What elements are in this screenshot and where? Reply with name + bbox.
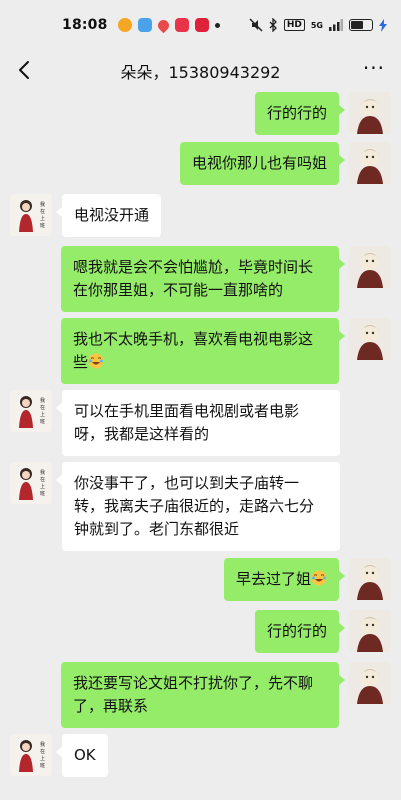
svg-text:上: 上 [40, 411, 45, 418]
svg-text:在: 在 [40, 208, 45, 215]
notification-icons [117, 17, 220, 33]
svg-text:班: 班 [40, 222, 45, 229]
message-bubble[interactable]: 行的行的 [254, 92, 346, 135]
my-avatar[interactable] [349, 610, 391, 652]
message-bubble[interactable]: 嗯我就是会不会怕尴尬，毕竟时间长在你那里姐，不可能一直那啥的 [61, 246, 345, 312]
charging-bolt-icon [379, 18, 387, 32]
svg-text:在: 在 [40, 404, 45, 411]
svg-text:我: 我 [40, 741, 45, 748]
svg-text:在: 在 [40, 476, 45, 483]
svg-text:班: 班 [40, 762, 45, 769]
message-text: 早去过了姐 [235, 570, 311, 588]
signal-label: 5G [310, 20, 323, 30]
chat-title: 朵朵，15380943292 [120, 63, 281, 82]
message-text: 我也不太晚手机，喜欢看电视电影这些 [73, 330, 314, 371]
bluetooth-icon [269, 18, 277, 32]
message-bubble[interactable]: 电视你那儿也有吗姐 [179, 142, 346, 185]
pinduoduo-icon [194, 18, 209, 32]
message-bubble[interactable]: 你没事干了，也可以到夫子庙转一转，我离夫子庙很近的，走路六七分钟就到了。老门东都… [56, 462, 340, 551]
my-avatar[interactable] [349, 662, 391, 704]
chat-header: 朵朵，15380943292 ··· [0, 50, 401, 90]
my-avatar[interactable] [349, 558, 391, 600]
more-notifications-dot-icon [214, 22, 220, 28]
svg-text:班: 班 [40, 490, 45, 497]
status-right: HD 5G [249, 18, 387, 32]
message-bubble[interactable]: OK [56, 734, 108, 777]
message-bubble[interactable]: 早去过了姐 [223, 558, 346, 601]
svg-text:上: 上 [40, 483, 45, 490]
svg-text:我: 我 [40, 469, 45, 476]
svg-text:班: 班 [40, 418, 45, 425]
signal-bars-icon [329, 19, 343, 31]
svg-text:上: 上 [40, 755, 45, 762]
shopping-app-icon [174, 18, 189, 32]
message-bubble[interactable]: 行的行的 [254, 610, 346, 653]
contact-avatar[interactable]: 我在上班 [10, 390, 52, 432]
my-avatar[interactable] [349, 92, 391, 134]
hd-badge: HD [283, 19, 305, 31]
message-bubble[interactable]: 电视没开通 [55, 194, 162, 237]
message-bubble[interactable]: 可以在手机里面看电视剧或者电影呀，我都是这样看的 [56, 390, 340, 456]
laugh-cry-emoji-icon [88, 353, 104, 369]
battery-icon [349, 19, 373, 31]
my-avatar[interactable] [349, 318, 391, 360]
status-bar: 18:08 HD 5G [0, 0, 401, 50]
status-time: 18:08 [62, 17, 108, 33]
cloud-app-icon [137, 18, 152, 32]
laugh-cry-emoji-icon [311, 570, 327, 586]
message-bubble[interactable]: 我也不太晚手机，喜欢看电视电影这些 [61, 318, 345, 384]
contact-avatar[interactable]: 我在上班 [10, 734, 52, 776]
map-pin-icon [155, 17, 171, 33]
mute-icon [249, 18, 263, 32]
message-bubble[interactable]: 我还要写论文姐不打扰你了，先不聊了，再联系 [61, 662, 345, 728]
svg-text:我: 我 [40, 397, 45, 404]
message-list[interactable]: 行的行的 电视你那儿也有吗姐 我在上班 电视没开通 嗯我就是会不会怕尴尬，毕竟时… [0, 90, 401, 800]
svg-text:上: 上 [40, 215, 45, 222]
svg-text:在: 在 [40, 748, 45, 755]
my-avatar[interactable] [349, 142, 391, 184]
contact-avatar[interactable]: 我在上班 [10, 462, 52, 504]
svg-text:我: 我 [40, 201, 45, 208]
more-options-button[interactable]: ··· [363, 58, 385, 78]
weibo-icon [117, 18, 132, 32]
my-avatar[interactable] [349, 246, 391, 288]
contact-avatar[interactable]: 我在上班 [10, 194, 52, 236]
